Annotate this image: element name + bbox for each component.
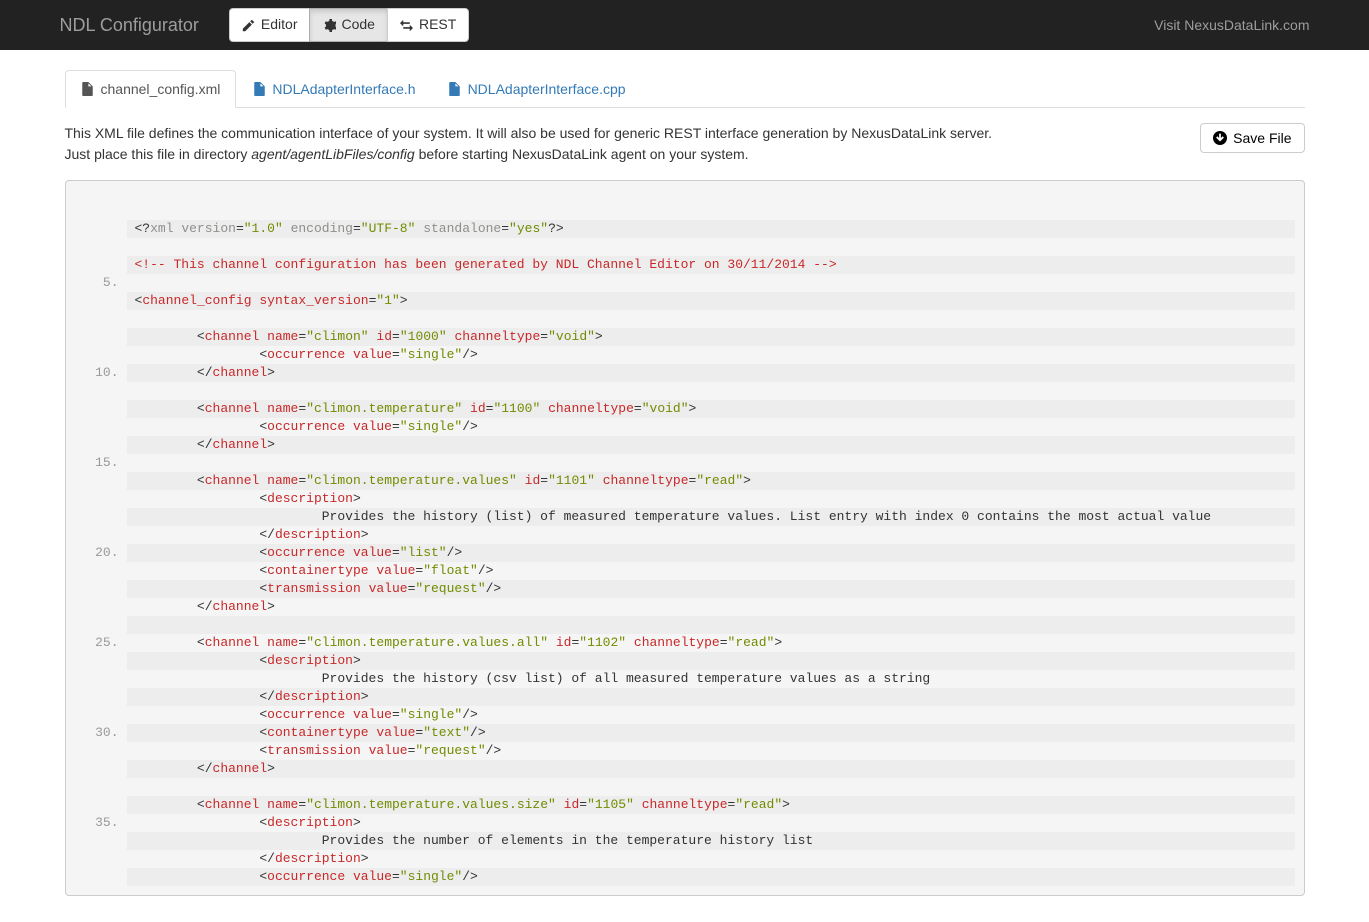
gear-icon [322,18,336,32]
visit-link[interactable]: Visit NexusDataLink.com [1154,17,1309,33]
code-lines[interactable]: <?xml version="1.0" encoding="UTF-8" sta… [127,190,1295,886]
file-icon [448,82,462,96]
info-line2b: before starting NexusDataLink agent on y… [415,146,749,162]
transfer-icon [400,18,414,32]
editor-label: Editor [261,15,298,35]
info-path: agent/agentLibFiles/config [251,146,414,162]
tab-label: channel_config.xml [101,81,221,97]
tab-adapter-cpp[interactable]: NDLAdapterInterface.cpp [432,70,642,108]
save-label: Save File [1233,130,1291,146]
pencil-icon [242,18,256,32]
brand: NDL Configurator [60,15,199,36]
tab-label: NDLAdapterInterface.cpp [468,81,626,97]
download-icon [1213,131,1227,145]
code-gutter: 5.10.15.20.25.30.35. [75,190,127,886]
info-text: This XML file defines the communication … [65,123,993,165]
file-icon [252,82,266,96]
navbar: NDL Configurator Editor Code REST Visit … [0,0,1369,50]
info-bar: This XML file defines the communication … [65,108,1305,180]
rest-button[interactable]: REST [387,8,469,42]
save-file-button[interactable]: Save File [1200,123,1304,153]
info-line2a: Just place this file in directory [65,146,252,162]
editor-button[interactable]: Editor [229,8,311,42]
tab-label: NDLAdapterInterface.h [272,81,415,97]
file-tabs: channel_config.xml NDLAdapterInterface.h… [65,70,1305,108]
code-button[interactable]: Code [309,8,387,42]
info-line1: This XML file defines the communication … [65,125,993,141]
code-viewer: 5.10.15.20.25.30.35. <?xml version="1.0"… [65,180,1305,896]
file-icon [81,82,95,96]
view-toggle: Editor Code REST [229,8,469,42]
tab-adapter-h[interactable]: NDLAdapterInterface.h [236,70,431,108]
rest-label: REST [419,15,456,35]
tab-channel-config[interactable]: channel_config.xml [65,70,237,108]
code-label: Code [341,15,374,35]
